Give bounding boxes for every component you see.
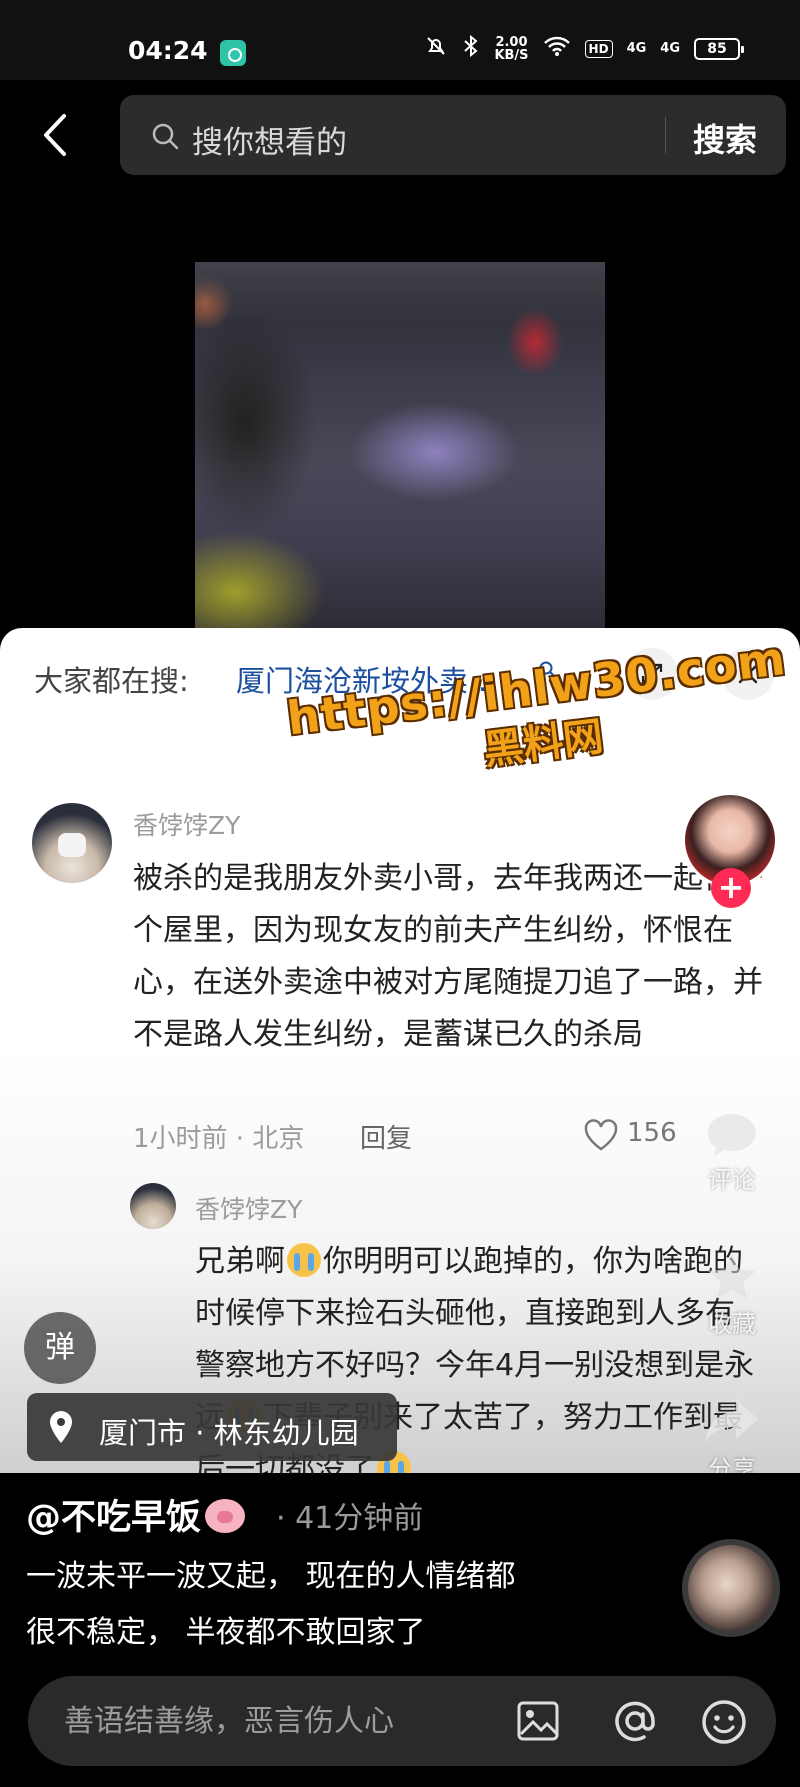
comment-input-bar[interactable] xyxy=(28,1676,776,1766)
share-button[interactable]: 分享 xyxy=(700,1395,764,1484)
author-name-text: @不吃早饭 xyxy=(26,1498,202,1538)
favorite-button[interactable]: 收藏 xyxy=(700,1250,764,1339)
caption-area: @不吃早饭 · 41分钟前 一波未平一波又起， 现在的人情绪都 很不稳定， 半夜… xyxy=(0,1473,800,1787)
search-input[interactable]: 搜你想看的 xyxy=(192,117,347,162)
video-player[interactable] xyxy=(0,180,800,632)
avatar[interactable] xyxy=(130,1183,176,1229)
emoji-icon[interactable] xyxy=(700,1698,748,1746)
hot-search-label: 大家都在搜: xyxy=(34,664,189,698)
image-icon[interactable] xyxy=(516,1700,560,1742)
follow-button[interactable]: + xyxy=(711,868,751,908)
network-speed: 2.00 KB/S xyxy=(494,36,528,62)
search-box[interactable]: 搜你想看的 搜索 xyxy=(120,95,786,175)
star-icon xyxy=(708,1253,756,1299)
comment-label: 评论 xyxy=(708,1166,756,1194)
music-disc-avatar[interactable] xyxy=(682,1539,780,1637)
post-time: · 41分钟前 xyxy=(276,1501,424,1536)
danmaku-button[interactable]: 弹 xyxy=(24,1312,96,1384)
crying-emoji-icon xyxy=(287,1243,321,1277)
app-notification-icon xyxy=(220,40,246,66)
reply-username[interactable]: 香饽饽ZY xyxy=(195,1190,302,1226)
at-icon[interactable] xyxy=(610,1696,660,1746)
wifi-icon xyxy=(543,35,571,62)
signal-indicator-2: 4G xyxy=(660,41,680,56)
heart-icon[interactable] xyxy=(583,1118,619,1152)
back-button[interactable] xyxy=(36,110,76,160)
signal-indicator-1: 4G xyxy=(626,41,647,56)
pig-emoji-icon xyxy=(205,1499,246,1533)
search-divider xyxy=(665,117,666,153)
comment-input[interactable] xyxy=(64,1698,504,1744)
chevron-left-icon xyxy=(44,114,66,156)
bluetooth-icon xyxy=(462,34,480,63)
network-speed-unit: KB/S xyxy=(494,47,529,63)
share-icon xyxy=(705,1399,758,1443)
comment-time-location: 1小时前 · 北京 xyxy=(133,1124,305,1154)
comment-icon xyxy=(708,1114,756,1156)
author-name[interactable]: @不吃早饭 xyxy=(26,1489,246,1540)
avatar[interactable] xyxy=(32,803,112,883)
reply-text-part: 兄弟啊 xyxy=(195,1244,285,1279)
status-indicators: 2.00 KB/S HD 4G 4G 85 xyxy=(424,34,744,63)
comment-text[interactable]: 被杀的是我朋友外卖小哥，去年我两还一起住一个屋里，因为现女友的前夫产生纠纷，怀恨… xyxy=(133,853,773,1061)
mute-icon xyxy=(424,34,448,63)
status-bar: 04:24 2.00 KB/S HD 4G 4G 85 xyxy=(0,0,800,80)
reply-button[interactable]: 回复 xyxy=(360,1118,412,1155)
caption-line: 一波未平一波又起， 现在的人情绪都 xyxy=(26,1559,516,1594)
hd-badge: HD xyxy=(584,39,613,58)
like-count: 156 xyxy=(627,1118,677,1148)
network-speed-value: 2.00 xyxy=(495,34,528,50)
caption-line: 很不稳定， 半夜都不敢回家了 xyxy=(26,1615,426,1650)
battery-indicator: 85 xyxy=(694,37,744,60)
caption-text[interactable]: 一波未平一波又起， 现在的人情绪都 很不稳定， 半夜都不敢回家了 xyxy=(26,1549,586,1661)
location-text: 厦门市 · 林东幼儿园 xyxy=(99,1416,359,1450)
search-icon xyxy=(152,123,179,150)
comment-username[interactable]: 香饽饽ZY xyxy=(133,806,240,842)
video-frame[interactable] xyxy=(195,262,605,632)
favorite-label: 收藏 xyxy=(708,1310,756,1338)
search-button[interactable]: 搜索 xyxy=(693,115,757,161)
location-pin-icon xyxy=(50,1411,72,1443)
status-time: 04:24 xyxy=(128,36,208,65)
location-tag[interactable]: 厦门市 · 林东幼儿园 xyxy=(27,1393,397,1461)
comment-button[interactable]: 评论 xyxy=(700,1110,764,1195)
